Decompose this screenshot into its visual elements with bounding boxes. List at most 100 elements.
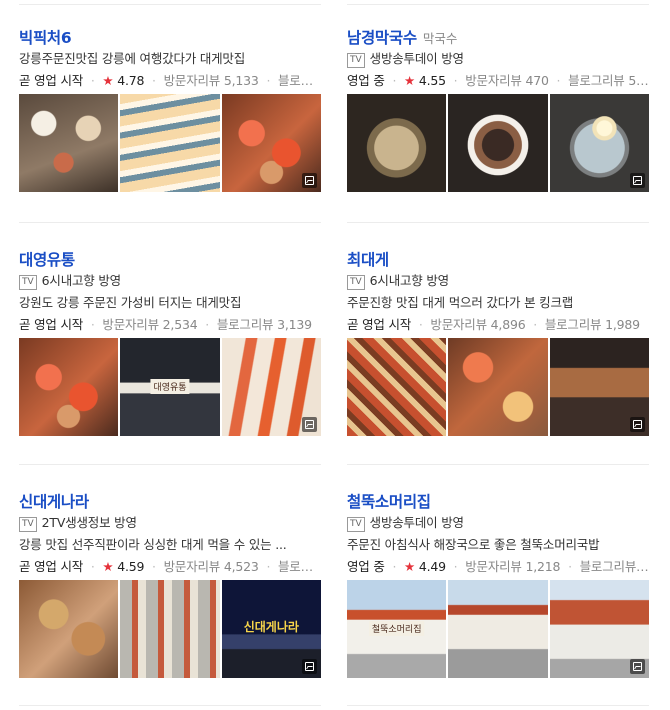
tv-program: 생방송투데이 방영 (369, 51, 464, 66)
visitor-review-count[interactable]: 방문자리뷰 470 (465, 73, 549, 88)
photo-strip (347, 338, 649, 436)
separator: · (152, 73, 156, 88)
storefront-photo[interactable] (448, 580, 548, 678)
restaurant-description: 강릉주문진맛집 강릉에 여행갔다가 대게맛집 (19, 51, 246, 66)
restaurant-name[interactable]: 철뚝소머리집 (347, 490, 431, 512)
separator: · (90, 559, 95, 574)
tv-program: 6시내고향 방영 (369, 273, 450, 288)
visitor-review-count[interactable]: 방문자리뷰 2,534 (102, 317, 197, 332)
title-row: 신대게나라 (19, 490, 321, 512)
tv-info: TV 생방송투데이 방영 (347, 512, 649, 534)
blog-review-count[interactable]: 블로그... (278, 73, 321, 88)
restaurant-card[interactable]: 빅픽처6 강릉주문진맛집 강릉에 여행갔다가 대게맛집 곧 영업 시작 · ★ … (19, 0, 321, 192)
photo-icon (629, 173, 645, 188)
blog-review-count[interactable]: 블로그리뷰 3,139 (217, 317, 312, 332)
storefront-photo[interactable]: 대영유통 (120, 338, 220, 436)
food-photo[interactable] (347, 338, 447, 436)
visitor-review-count[interactable]: 방문자리뷰 5,133 (164, 73, 259, 88)
food-photo[interactable] (221, 94, 321, 192)
restaurant-category: 막국수 (422, 31, 458, 46)
tv-badge: TV (347, 517, 365, 532)
photo-strip (347, 94, 649, 192)
tv-info: TV 생방송투데이 방영 (347, 48, 649, 70)
food-photo[interactable] (19, 338, 119, 436)
restaurant-meta: 곧 영업 시작 · ★ 4.59 · 방문자리뷰 4,523 · 블로그... (19, 556, 321, 578)
restaurant-card[interactable]: 철뚝소머리집 TV 생방송투데이 방영 주문진 아침식사 해장국으로 좋은 철뚝소… (347, 464, 649, 678)
food-photo[interactable] (347, 94, 447, 192)
restaurant-name[interactable]: 최대게 (347, 248, 389, 270)
restaurant-card[interactable]: 최대게 TV 6시내고향 방영 주문진항 맛집 대게 먹으러 갔다가 본 킹크랩 … (347, 222, 649, 436)
blog-review-count[interactable]: 블로그리뷰 6... (580, 559, 649, 574)
photo-icon (301, 417, 317, 432)
separator: · (152, 559, 156, 574)
restaurant-name[interactable]: 빅픽처6 (19, 26, 72, 48)
food-photo[interactable] (120, 94, 220, 192)
star-icon: ★ (102, 559, 114, 574)
separator: · (90, 73, 95, 88)
divider (347, 705, 649, 706)
blog-review-count[interactable]: 블로그리뷰 500 (568, 73, 649, 88)
restaurant-meta: 영업 중 · ★ 4.49 · 방문자리뷰 1,218 · 블로그리뷰 6... (347, 556, 649, 578)
storefront-photo[interactable]: 철뚝소머리집 (347, 580, 447, 678)
food-photo[interactable] (120, 580, 220, 678)
separator: · (392, 559, 397, 574)
title-row: 남경막국수 막국수 (347, 26, 649, 48)
restaurant-description: 주문진항 맛집 대게 먹으러 갔다가 본 킹크랩 (347, 295, 574, 310)
photo-strip: 신대게나라 (19, 580, 321, 678)
restaurant-meta: 곧 영업 시작 · 방문자리뷰 2,534 · 블로그리뷰 3,139 (19, 314, 321, 336)
photo-strip: 철뚝소머리집 (347, 580, 649, 678)
storefront-photo[interactable] (549, 580, 649, 678)
separator: · (266, 73, 271, 88)
rating-value: 4.59 (117, 559, 145, 574)
interior-photo[interactable] (549, 338, 649, 436)
restaurant-card[interactable]: 신대게나라 TV 2TV생생정보 방영 강릉 맛집 선주직판이라 싱싱한 대게 먹… (19, 464, 321, 678)
business-status: 영업 중 (347, 73, 385, 88)
separator: · (392, 73, 397, 88)
separator: · (453, 559, 458, 574)
tv-program: 2TV생생정보 방영 (41, 515, 137, 530)
title-row: 최대게 (347, 248, 649, 270)
separator: · (568, 559, 572, 574)
separator: · (453, 73, 458, 88)
food-photo[interactable] (448, 338, 548, 436)
title-row: 빅픽처6 (19, 26, 321, 48)
photo-icon (629, 417, 645, 432)
restaurant-card[interactable]: 대영유통 TV 6시내고향 방영 강원도 강릉 주문진 가성비 터지는 대게맛집 … (19, 222, 321, 436)
business-status: 영업 중 (347, 559, 385, 574)
photo-icon (301, 173, 317, 188)
food-photo[interactable] (19, 580, 119, 678)
storefront-sign: 대영유통 (150, 379, 190, 395)
food-photo[interactable] (549, 94, 649, 192)
tv-badge: TV (19, 517, 37, 532)
visitor-review-count[interactable]: 방문자리뷰 1,218 (465, 559, 560, 574)
business-status: 곧 영업 시작 (347, 317, 412, 332)
restaurant-name[interactable]: 대영유통 (19, 248, 75, 270)
visitor-review-count[interactable]: 방문자리뷰 4,523 (164, 559, 259, 574)
food-photo[interactable] (221, 338, 321, 436)
restaurant-name[interactable]: 남경막국수 (347, 26, 417, 48)
restaurant-card[interactable]: 남경막국수 막국수 TV 생방송투데이 방영 영업 중 · ★ 4.55 · 방문… (347, 0, 649, 192)
business-status: 곧 영업 시작 (19, 559, 84, 574)
rating-value: 4.49 (418, 559, 446, 574)
star-icon: ★ (102, 73, 114, 88)
tv-info: TV 2TV생생정보 방영 (19, 512, 321, 534)
restaurant-name[interactable]: 신대게나라 (19, 490, 89, 512)
storefront-photo[interactable]: 신대게나라 (221, 580, 321, 678)
storefront-sign: 신대게나라 (243, 620, 299, 635)
tv-badge: TV (19, 275, 37, 290)
restaurant-description: 주문진 아침식사 해장국으로 좋은 철뚝소머리국밥 (347, 537, 600, 552)
photo-strip: 대영유통 (19, 338, 321, 436)
rating-value: 4.78 (117, 73, 145, 88)
visitor-review-count[interactable]: 방문자리뷰 4,896 (430, 317, 525, 332)
storefront-sign: 철뚝소머리집 (368, 621, 425, 637)
blog-review-count[interactable]: 블로그리뷰 1,989 (545, 317, 640, 332)
business-status: 곧 영업 시작 (19, 317, 84, 332)
food-photo[interactable] (19, 94, 119, 192)
restaurant-meta: 곧 영업 시작 · ★ 4.78 · 방문자리뷰 5,133 · 블로그... (19, 70, 321, 92)
blog-review-count[interactable]: 블로그... (278, 559, 321, 574)
food-photo[interactable] (448, 94, 548, 192)
restaurant-description: 강원도 강릉 주문진 가성비 터지는 대게맛집 (19, 295, 242, 310)
tv-info: TV 6시내고향 방영 (347, 270, 649, 292)
restaurant-description: 강릉 맛집 선주직판이라 싱싱한 대게 먹을 수 있는 ... (19, 537, 287, 552)
photo-icon (301, 659, 317, 674)
